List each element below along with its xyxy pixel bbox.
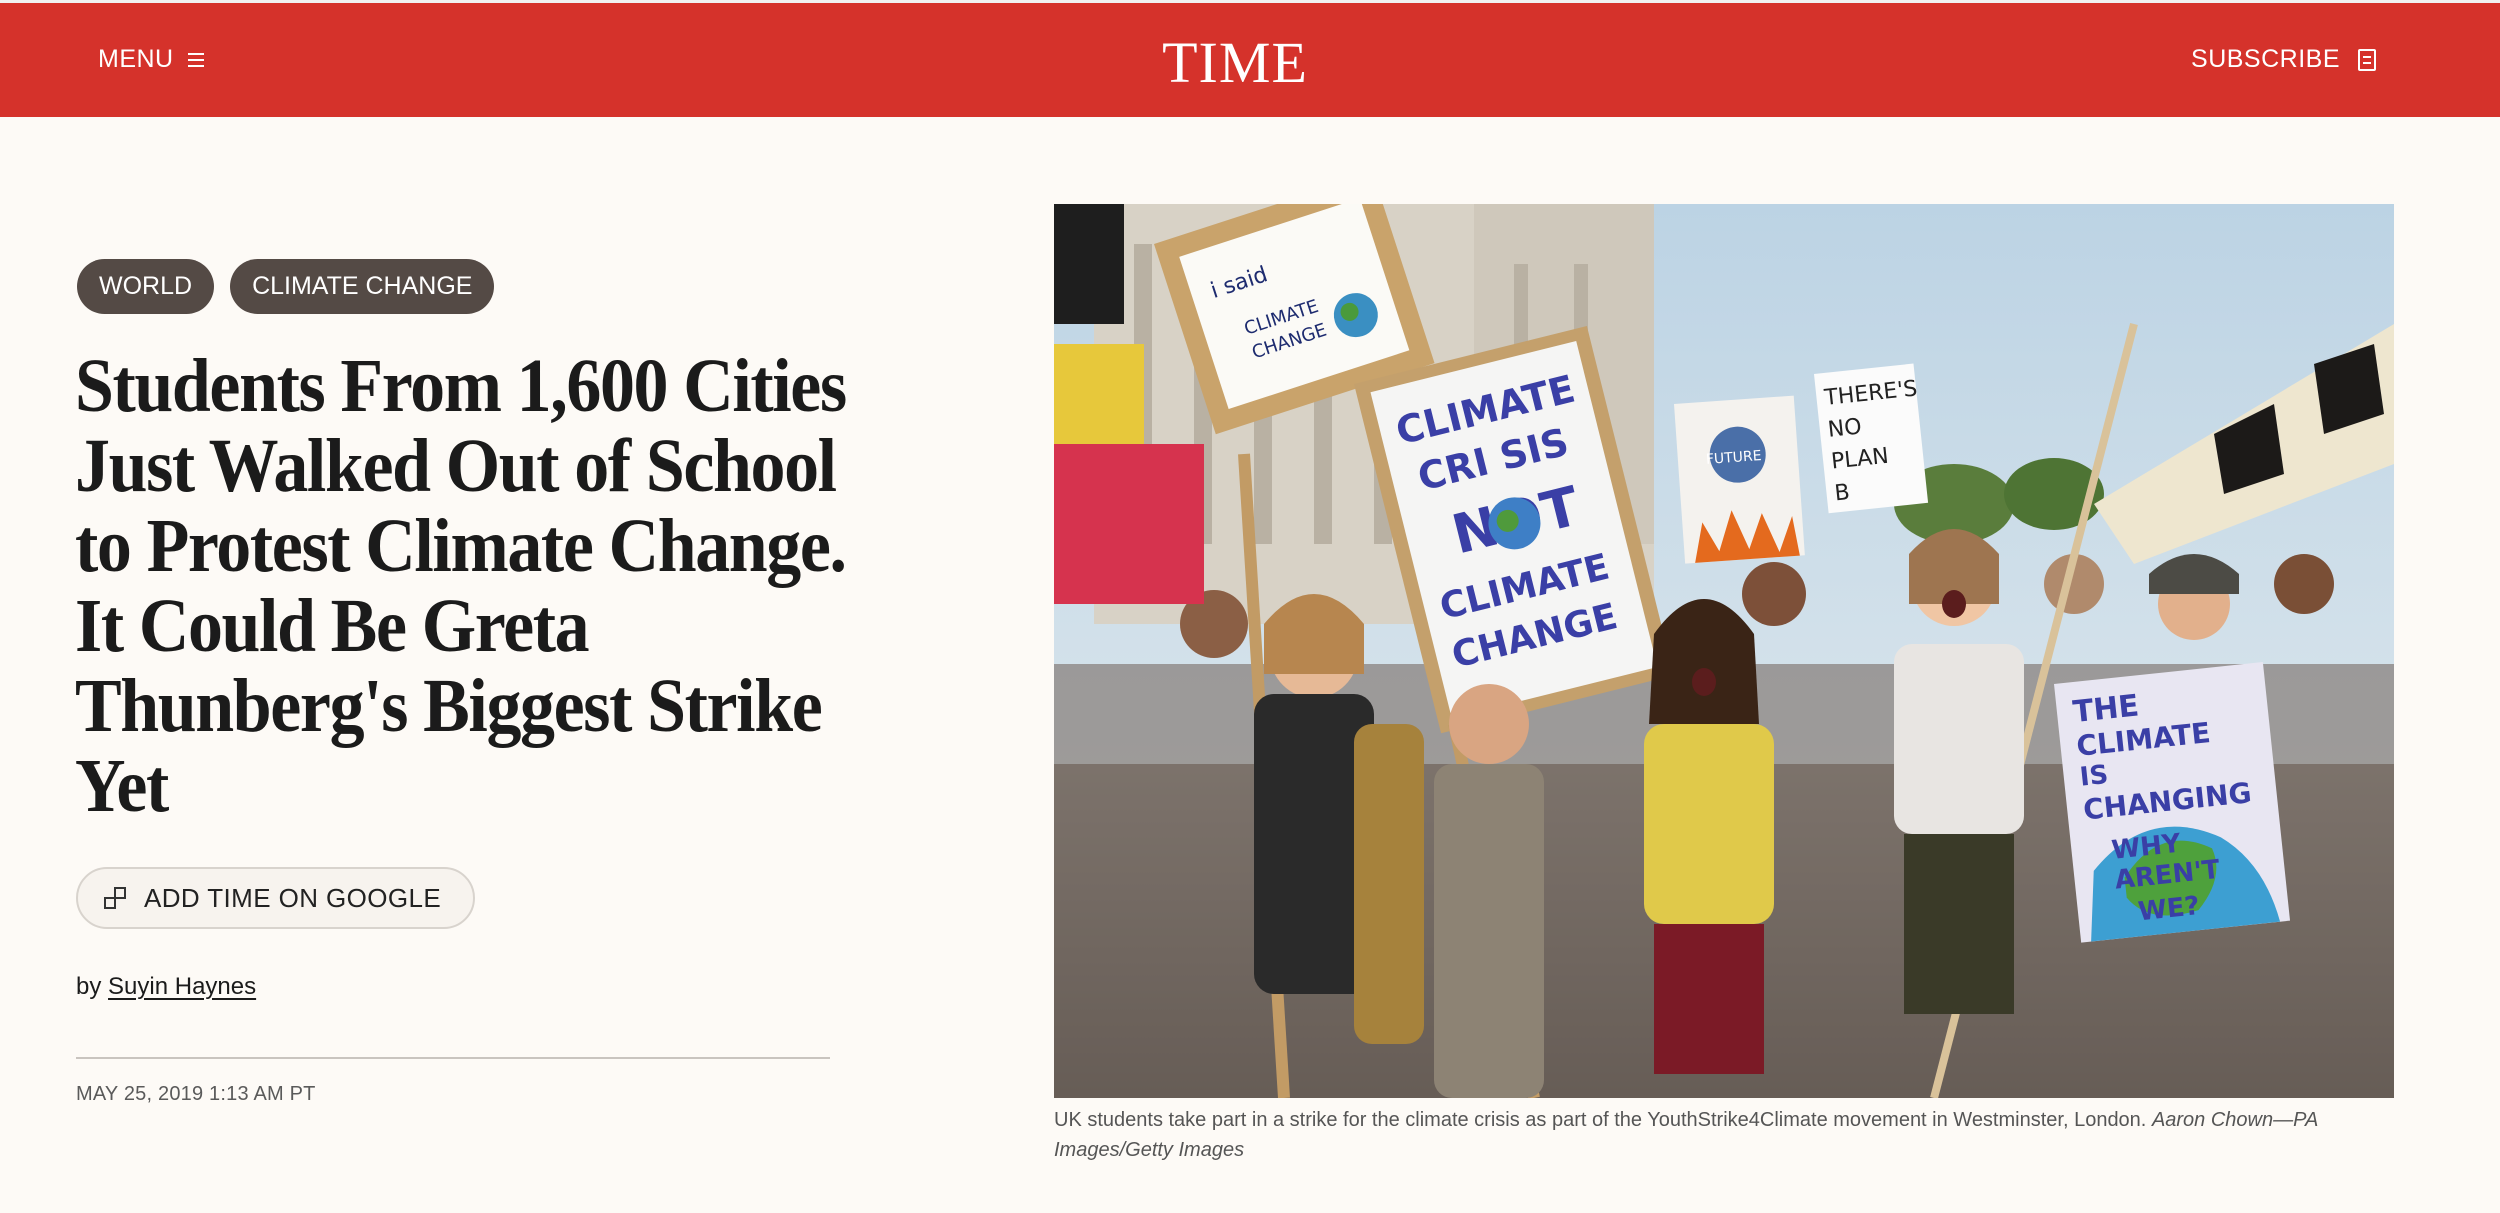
hamburger-icon (187, 52, 204, 67)
sign-4-line-4: B (1833, 480, 1851, 506)
subscribe-button[interactable]: SUBSCRIBE (2191, 45, 2376, 74)
topic-tags: WORLD CLIMATE CHANGE (77, 259, 495, 314)
publish-date: MAY 25, 2019 1:13 AM PT (76, 1083, 316, 1105)
hero-photo: i said CLIMATE CHANGE CLIMATE CRI SIS NO… (1054, 204, 2394, 1098)
protest-photo-illustration: i said CLIMATE CHANGE CLIMATE CRI SIS NO… (1054, 204, 2394, 1098)
time-logo[interactable]: TIME (1160, 31, 1310, 95)
tag-climate-change[interactable]: CLIMATE CHANGE (230, 259, 495, 314)
byline-prefix: by (76, 973, 102, 1000)
subscribe-label: SUBSCRIBE (2191, 45, 2340, 73)
caption-text: UK students take part in a strike for th… (1054, 1109, 2147, 1131)
document-icon (2358, 48, 2376, 71)
menu-button[interactable]: MENU (98, 45, 204, 74)
author-link[interactable]: Suyin Haynes (108, 973, 256, 1000)
photo-caption: UK students take part in a strike for th… (1054, 1105, 2394, 1165)
add-time-on-google-label: ADD TIME ON GOOGLE (144, 882, 442, 913)
sign-4-line-2: NO (1827, 414, 1863, 442)
add-source-icon (104, 887, 126, 909)
sign-5-line-3: IS (2078, 760, 2109, 793)
site-header: MENU TIME SUBSCRIBE (0, 0, 2500, 117)
byline: by Suyin Haynes (76, 973, 256, 1001)
byline-divider (76, 1057, 830, 1059)
add-time-on-google-button[interactable]: ADD TIME ON GOOGLE (76, 867, 476, 929)
article-headline: Students From 1,600 Cities Just Walked O… (75, 344, 847, 828)
menu-label: MENU (98, 45, 174, 73)
sign-5-line-7: WE? (2137, 891, 2201, 927)
tag-world[interactable]: WORLD (77, 259, 215, 314)
